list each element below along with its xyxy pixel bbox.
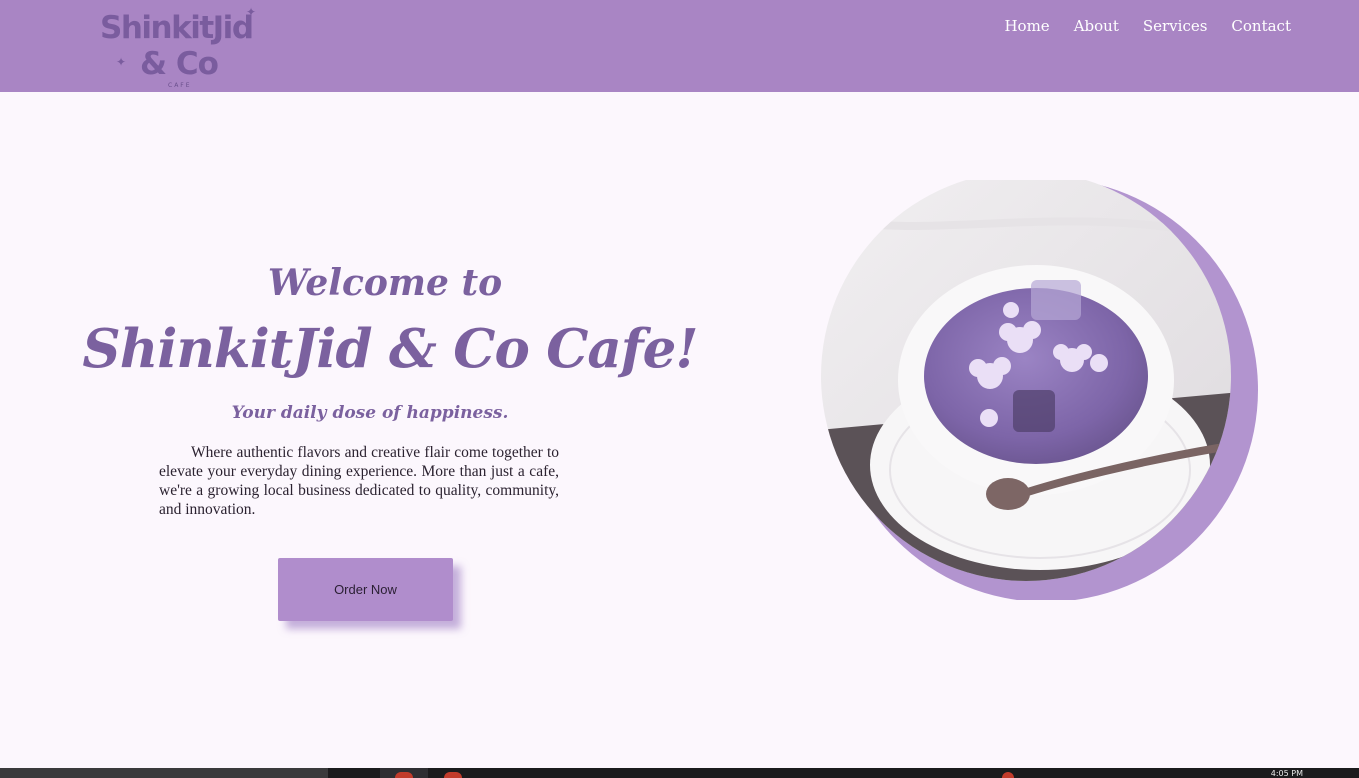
page: ✦ ShinkitJid ✦ & Co CAFE Home About Serv… xyxy=(0,0,1359,778)
hero-dessert-image xyxy=(821,180,1258,600)
hero-description: Where authentic flavors and creative fla… xyxy=(159,444,559,518)
nav-about-link[interactable]: About xyxy=(1074,17,1119,35)
nav-services-link[interactable]: Services xyxy=(1143,17,1208,35)
logo-line-2: & Co xyxy=(140,46,219,82)
taskbar-search-area[interactable] xyxy=(0,768,328,778)
sparkle-icon: ✦ xyxy=(116,55,127,69)
tray-icon[interactable] xyxy=(1002,772,1014,778)
nav-home-link[interactable]: Home xyxy=(1004,17,1049,35)
tagline: Your daily dose of happiness. xyxy=(231,403,509,423)
os-taskbar: 4:05 PM xyxy=(0,768,1359,778)
logo-line-3: CAFE xyxy=(168,82,192,89)
main-nav: Home About Services Contact xyxy=(1004,17,1291,35)
app-icon[interactable] xyxy=(444,772,462,778)
nav-contact-link[interactable]: Contact xyxy=(1231,17,1291,35)
navbar: ✦ ShinkitJid ✦ & Co CAFE Home About Serv… xyxy=(0,0,1359,92)
order-now-button[interactable]: Order Now xyxy=(278,558,453,621)
cafe-name-heading: ShinkitJid & Co Cafe! xyxy=(82,318,698,380)
welcome-heading: Welcome to xyxy=(267,262,503,304)
browser-icon[interactable] xyxy=(395,772,413,778)
cafe-logo[interactable]: ✦ ShinkitJid ✦ & Co CAFE xyxy=(100,6,275,89)
logo-line-1: ShinkitJid xyxy=(100,10,254,46)
taskbar-clock[interactable]: 4:05 PM xyxy=(1271,769,1303,778)
